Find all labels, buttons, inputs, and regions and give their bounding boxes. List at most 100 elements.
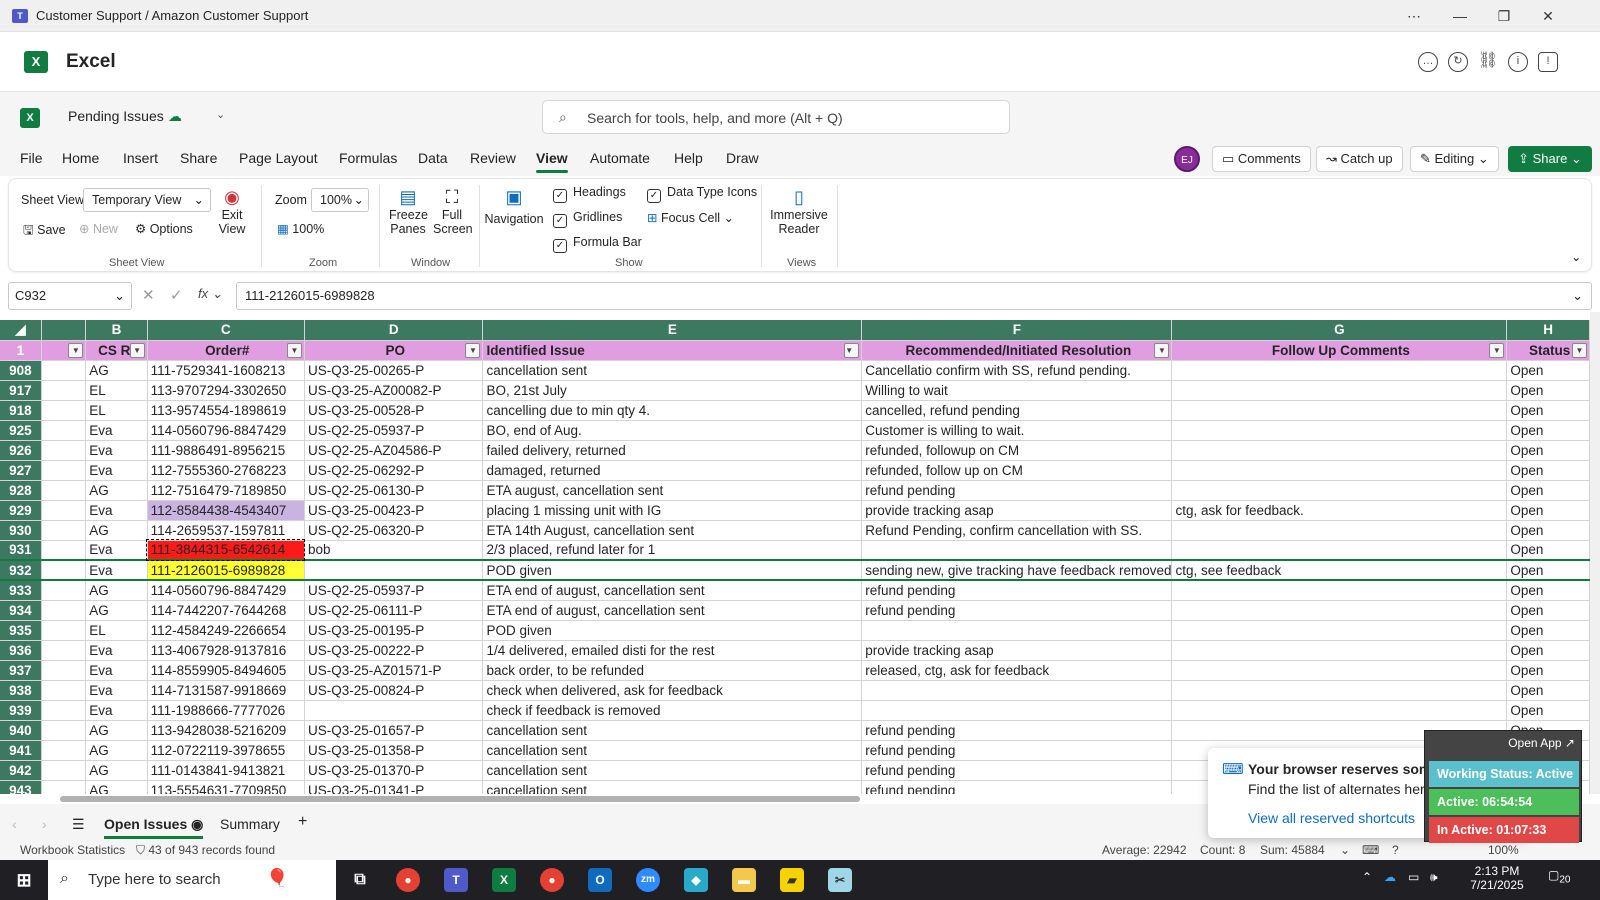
menu-file[interactable]: File	[20, 150, 43, 166]
cell-c[interactable]: 112-0722119-3978655	[147, 740, 305, 761]
cell-h[interactable]: Open	[1506, 500, 1590, 521]
row-header[interactable]: 943	[0, 780, 42, 794]
cell-e[interactable]: check if feedback is removed	[482, 700, 863, 721]
cell-d[interactable]: US-Q3-25-00265-P	[304, 360, 484, 381]
cell-e[interactable]: 2/3 placed, refund later for 1	[482, 540, 863, 561]
filter-dropdown-icon[interactable]: ▼	[844, 342, 860, 358]
cell-g[interactable]	[1171, 460, 1508, 481]
cell-c[interactable]: 112-7555360-2768223	[147, 460, 305, 481]
cell-f[interactable]: provide tracking asap	[861, 640, 1173, 661]
cell-b[interactable]: Eva	[85, 559, 148, 581]
toast-link[interactable]: View all reserved shortcuts	[1248, 810, 1415, 826]
restore-icon[interactable]: ❐	[1482, 0, 1526, 32]
cell-f[interactable]	[861, 700, 1173, 721]
cell-e[interactable]: 1/4 delivered, emailed disti for the res…	[482, 640, 863, 661]
cell-c[interactable]: 113-5554631-7709850	[147, 780, 305, 794]
row-header[interactable]: 917	[0, 380, 42, 401]
cell-a[interactable]	[41, 480, 87, 501]
row-header[interactable]: 935	[0, 620, 42, 641]
row-header[interactable]: 934	[0, 600, 42, 621]
filter-dropdown-icon[interactable]: ▼	[1154, 342, 1170, 358]
full-screen-button[interactable]: ⛶ Full Screen	[433, 187, 473, 236]
tab-open-issues[interactable]: Open Issues ◉	[104, 816, 204, 839]
cell-a[interactable]	[41, 420, 87, 441]
cell-g[interactable]: ctg, see feedback	[1171, 559, 1508, 581]
cell-c[interactable]: 112-8584438-4543407	[147, 500, 305, 521]
cell-d[interactable]: US-Q3-25-01358-P	[304, 740, 484, 761]
cell-c[interactable]: 114-0560796-8847429	[147, 580, 305, 601]
row-header[interactable]: 928	[0, 480, 42, 501]
row-header[interactable]: 908	[0, 360, 42, 381]
menu-automate[interactable]: Automate	[590, 150, 650, 166]
cell-b[interactable]: EL	[85, 620, 148, 641]
workbook-statistics[interactable]: Workbook Statistics	[20, 843, 125, 857]
cell-a[interactable]	[41, 640, 87, 661]
cell-e[interactable]: failed delivery, returned	[482, 440, 863, 461]
column-header-c[interactable]: C	[147, 320, 305, 341]
row-header[interactable]: 927	[0, 460, 42, 481]
cell-c[interactable]: 113-9428038-5216209	[147, 720, 305, 741]
search-box[interactable]: ⌕ Search for tools, help, and more (Alt …	[542, 100, 1010, 134]
cell-f[interactable]: released, ctg, ask for feedback	[861, 660, 1173, 681]
share-button[interactable]: ⇪ Share ⌄	[1508, 146, 1592, 172]
cell-b[interactable]: Eva	[85, 460, 148, 481]
header-cell-e[interactable]: Identified Issue ▼	[482, 340, 863, 361]
cell-h[interactable]: Open	[1506, 680, 1590, 701]
cell-b[interactable]: AG	[85, 720, 148, 741]
doc-chevron-down-icon[interactable]: ⌄	[216, 108, 225, 121]
cell-a[interactable]	[41, 520, 87, 541]
all-sheets-icon[interactable]: ☰	[72, 816, 85, 833]
menu-home[interactable]: Home	[62, 150, 99, 166]
column-header-f[interactable]: F	[861, 320, 1173, 341]
cell-b[interactable]: Eva	[85, 420, 148, 441]
cell-c[interactable]: 114-8559905-8494605	[147, 660, 305, 681]
filter-dropdown-icon[interactable]: ▼	[68, 342, 84, 358]
cell-d[interactable]: US-Q2-25-05937-P	[304, 420, 484, 441]
cell-d[interactable]: bob	[304, 540, 484, 561]
row-header[interactable]: 918	[0, 400, 42, 421]
cell-f[interactable]: refund pending	[861, 720, 1173, 741]
row-header[interactable]: 925	[0, 420, 42, 441]
tray-chevron-icon[interactable]: ⌃	[1362, 870, 1372, 884]
column-header-a[interactable]	[41, 320, 87, 341]
cell-g[interactable]	[1171, 540, 1508, 561]
cell-f[interactable]: refund pending	[861, 760, 1173, 781]
cell-f[interactable]	[861, 540, 1173, 561]
cell-d[interactable]: US-Q2-25-06130-P	[304, 480, 484, 501]
cell-d[interactable]: US-Q3-25-00222-P	[304, 640, 484, 661]
cell-a[interactable]	[41, 760, 87, 781]
cell-e[interactable]: POD given	[482, 559, 863, 581]
cell-c[interactable]: 113-9707294-3302650	[147, 380, 305, 401]
cell-g[interactable]	[1171, 400, 1508, 421]
search-input[interactable]: Search for tools, help, and more (Alt + …	[587, 110, 843, 126]
menu-draw[interactable]: Draw	[726, 150, 759, 166]
cancel-entry-icon[interactable]: ✕	[142, 286, 155, 304]
chrome-profile-icon[interactable]: ●	[540, 868, 564, 892]
immersive-reader-button[interactable]: ▯ Immersive Reader	[767, 187, 831, 236]
cell-b[interactable]: AG	[85, 520, 148, 541]
cell-e[interactable]: check when delivered, ask for feedback	[482, 680, 863, 701]
cell-g[interactable]	[1171, 380, 1508, 401]
formula-bar-checkbox[interactable]: ✓ Formula Bar	[553, 235, 642, 253]
cell-c[interactable]: 114-7131587-9918669	[147, 680, 305, 701]
cell-f[interactable]: refund pending	[861, 480, 1173, 501]
header-cell-d[interactable]: PO ▼	[304, 340, 484, 361]
cell-a[interactable]	[41, 680, 87, 701]
cell-g[interactable]: ctg, ask for feedback.	[1171, 500, 1508, 521]
cell-h[interactable]: Open	[1506, 600, 1590, 621]
cell-a[interactable]	[41, 620, 87, 641]
cell-b[interactable]: AG	[85, 600, 148, 621]
cell-b[interactable]: Eva	[85, 640, 148, 661]
cell-e[interactable]: ETA august, cancellation sent	[482, 480, 863, 501]
header-cell-f[interactable]: Recommended/Initiated Resolution ▼	[861, 340, 1173, 361]
cell-c[interactable]: 114-2659537-1597811	[147, 520, 305, 541]
onedrive-icon[interactable]: ☁	[1384, 870, 1396, 884]
header-cell-a[interactable]: ▼	[41, 340, 87, 361]
cell-d[interactable]	[304, 559, 484, 581]
cell-g[interactable]	[1171, 600, 1508, 621]
filter-applied-icon[interactable]: ▼	[1572, 342, 1587, 358]
row-header[interactable]: 930	[0, 520, 42, 541]
focus-cell-button[interactable]: ⊞ Focus Cell ⌄	[647, 210, 734, 225]
menu-share[interactable]: Share	[180, 150, 217, 166]
save-view-button[interactable]: 🖫 Save	[23, 221, 66, 242]
